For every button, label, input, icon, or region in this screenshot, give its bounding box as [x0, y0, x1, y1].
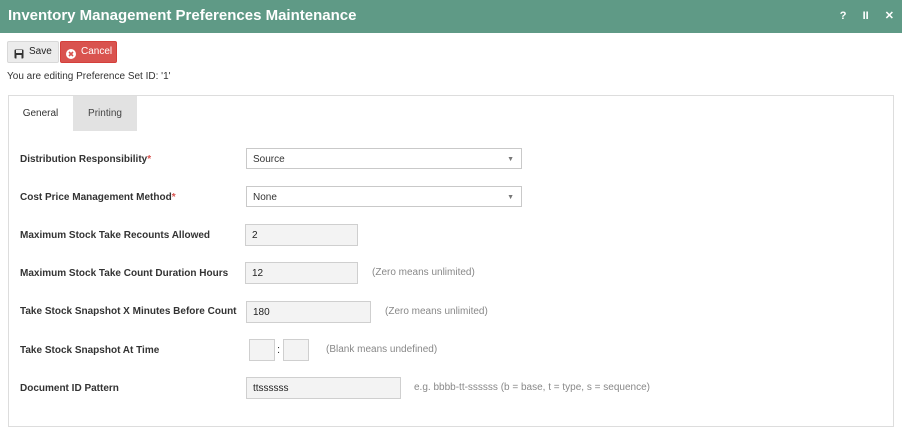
help-icon[interactable]: ?	[840, 10, 847, 22]
time-separator: :	[277, 344, 281, 356]
snapshot-minutes-time-input[interactable]	[283, 339, 309, 361]
cancel-circle-icon	[66, 47, 76, 67]
tab-printing[interactable]: Printing	[73, 96, 137, 131]
tab-general[interactable]: General	[9, 96, 72, 131]
doc-pattern-hint: e.g. bbbb-tt-ssssss (b = base, t = type,…	[414, 382, 650, 393]
snapshot-time-hint: (Blank means undefined)	[326, 344, 438, 355]
max-duration-input[interactable]: 12	[245, 262, 358, 284]
cancel-button[interactable]: Cancel	[60, 41, 117, 63]
snapshot-hours-input[interactable]	[249, 339, 275, 361]
window-controls: ? II ✕	[827, 9, 894, 22]
save-label: Save	[29, 46, 52, 57]
max-recounts-label: Maximum Stock Take Recounts Allowed	[20, 230, 211, 241]
distribution-value: Source	[253, 154, 285, 165]
max-duration-label: Maximum Stock Take Count Duration Hours	[20, 268, 229, 279]
cost-method-select[interactable]: None ▼	[246, 186, 522, 207]
window-title: Inventory Management Preferences Mainten…	[8, 7, 357, 24]
pause-icon[interactable]: II	[863, 10, 869, 22]
required-marker: *	[171, 192, 176, 203]
doc-pattern-input[interactable]: ttssssss	[246, 377, 401, 399]
doc-pattern-label: Document ID Pattern	[20, 383, 119, 394]
caret-down-icon: ▼	[507, 156, 514, 163]
close-icon[interactable]: ✕	[885, 9, 894, 22]
editing-status: You are editing Preference Set ID: '1'	[7, 71, 171, 82]
floppy-disk-icon	[14, 47, 24, 67]
title-bar: Inventory Management Preferences Mainten…	[0, 0, 902, 33]
cost-method-label: Cost Price Management Method*	[20, 192, 176, 203]
preferences-panel	[8, 95, 894, 427]
cancel-label: Cancel	[81, 46, 113, 57]
cost-method-value: None	[253, 192, 277, 203]
max-duration-hint: (Zero means unlimited)	[372, 267, 475, 278]
snapshot-minutes-label: Take Stock Snapshot X Minutes Before Cou…	[20, 306, 237, 317]
distribution-label: Distribution Responsibility*	[20, 154, 152, 165]
save-button[interactable]: Save	[7, 41, 59, 63]
snapshot-minutes-input[interactable]: 180	[246, 301, 371, 323]
required-marker: *	[147, 154, 152, 165]
max-recounts-input[interactable]: 2	[245, 224, 358, 246]
distribution-select[interactable]: Source ▼	[246, 148, 522, 169]
snapshot-time-label: Take Stock Snapshot At Time	[20, 345, 160, 356]
snapshot-minutes-hint: (Zero means unlimited)	[385, 306, 488, 317]
caret-down-icon: ▼	[507, 194, 514, 201]
